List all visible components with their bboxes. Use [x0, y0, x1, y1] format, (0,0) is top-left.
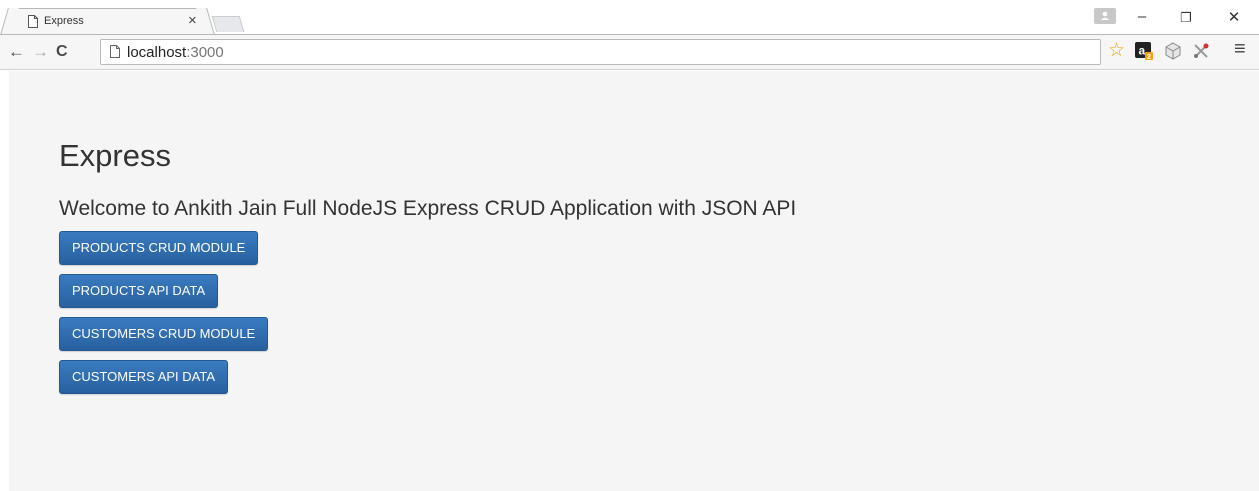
page-content: Express Welcome to Ankith Jain Full Node… — [9, 71, 1259, 491]
svg-text:2: 2 — [1147, 54, 1151, 61]
svg-text:a: a — [1139, 44, 1146, 58]
url-host: localhost — [127, 44, 187, 61]
products-api-button[interactable]: PRODUCTS API DATA — [59, 274, 219, 308]
minimize-button[interactable]: – — [1131, 8, 1153, 25]
tab-close-icon[interactable]: × — [188, 12, 197, 29]
reload-button[interactable]: C — [56, 43, 68, 61]
tab-title: Express — [44, 15, 84, 27]
page-icon — [110, 45, 120, 58]
back-button[interactable]: ← — [8, 42, 25, 62]
url-text: localhost:3000 — [127, 44, 224, 61]
cube-extension-icon[interactable] — [1163, 41, 1183, 61]
tab-strip: Express × – ❐ ✕ — [0, 0, 1259, 35]
customers-api-button[interactable]: CUSTOMERS API DATA — [59, 360, 229, 394]
welcome-text: Welcome to Ankith Jain Full NodeJS Expre… — [59, 197, 797, 220]
browser-toolbar: ← → C localhost:3000 ☆ a 2 ≡ — [0, 35, 1259, 70]
tools-extension-icon[interactable] — [1191, 41, 1211, 61]
browser-tab[interactable]: Express × — [9, 8, 206, 35]
restore-button[interactable]: ❐ — [1175, 10, 1197, 26]
bookmark-star-icon[interactable]: ☆ — [1108, 39, 1128, 61]
page-title: Express — [59, 138, 171, 173]
new-tab-button[interactable] — [211, 16, 245, 32]
products-crud-button[interactable]: PRODUCTS CRUD MODULE — [59, 231, 259, 265]
address-bar[interactable]: localhost:3000 — [100, 39, 1101, 65]
forward-button[interactable]: → — [32, 42, 49, 62]
close-window-button[interactable]: ✕ — [1223, 8, 1245, 26]
customers-crud-button[interactable]: CUSTOMERS CRUD MODULE — [59, 317, 269, 351]
amazon-extension-icon[interactable]: a 2 — [1134, 41, 1154, 61]
page-icon — [28, 15, 38, 28]
url-port: :3000 — [186, 44, 224, 61]
menu-icon[interactable]: ≡ — [1234, 38, 1254, 60]
profile-icon[interactable] — [1094, 8, 1116, 24]
